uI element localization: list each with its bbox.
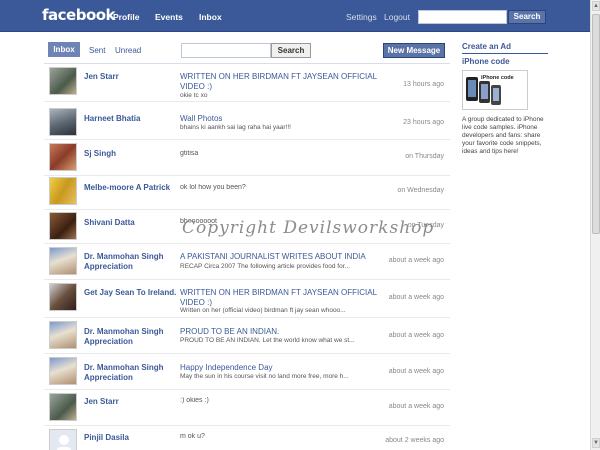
avatar[interactable] xyxy=(49,393,77,421)
logout-link[interactable]: Logout xyxy=(384,12,410,22)
message-time: about a week ago xyxy=(388,257,444,264)
settings-link[interactable]: Settings xyxy=(346,12,377,22)
avatar[interactable] xyxy=(49,143,77,171)
message-sender[interactable]: Shivani Datta xyxy=(84,218,184,228)
message-row[interactable]: Shivani Datta bhooooooot on Tuesday xyxy=(44,210,450,244)
top-search-button[interactable]: Search xyxy=(508,10,546,24)
avatar[interactable] xyxy=(49,357,77,385)
nav-inbox[interactable]: Inbox xyxy=(199,12,222,22)
message-subject[interactable]: Happy Independence Day xyxy=(180,363,385,373)
message-row[interactable]: Get Jay Sean To Ireland. WRITTEN ON HER … xyxy=(44,280,450,318)
message-row[interactable]: Harneet Bhatia Wall Photos bhains ki aan… xyxy=(44,104,450,140)
message-time: about 2 weeks ago xyxy=(385,437,444,444)
message-row[interactable]: Dr. Manmohan Singh Appreciation A PAKIST… xyxy=(44,244,450,280)
ad-description: A group dedicated to iPhone live code sa… xyxy=(462,116,544,155)
ad-image-caption: iPhone code xyxy=(481,75,514,81)
avatar[interactable] xyxy=(49,321,77,349)
message-subject[interactable]: A PAKISTANI JOURNALIST WRITES ABOUT INDI… xyxy=(180,252,385,262)
new-message-button[interactable]: New Message xyxy=(383,43,445,58)
avatar[interactable] xyxy=(49,67,77,95)
create-ad-link[interactable]: Create an Ad xyxy=(462,42,511,51)
message-sender[interactable]: Dr. Manmohan Singh Appreciation xyxy=(84,252,184,272)
message-row[interactable]: Dr. Manmohan Singh Appreciation PROUD TO… xyxy=(44,318,450,354)
message-snippet[interactable]: PROUD TO BE AN INDIAN. Let the world kno… xyxy=(180,337,385,345)
message-sender[interactable]: Jen Starr xyxy=(84,397,184,407)
avatar[interactable] xyxy=(49,247,77,275)
message-sender[interactable]: Melbe-moore A Patrick xyxy=(84,183,184,193)
message-snippet[interactable]: :) okies :) xyxy=(180,397,385,405)
avatar[interactable] xyxy=(49,108,77,136)
message-snippet[interactable]: ok lol how you been? xyxy=(180,184,385,192)
scroll-up-icon[interactable]: ▲ xyxy=(592,1,600,11)
tab-inbox[interactable]: Inbox xyxy=(48,42,80,57)
message-sender[interactable]: Pinjil Dasila xyxy=(84,433,184,443)
message-time: about a week ago xyxy=(388,332,444,339)
message-time: on Tuesday xyxy=(407,222,444,229)
message-sender[interactable]: Get Jay Sean To Ireland. xyxy=(84,288,184,298)
message-time: about a week ago xyxy=(388,403,444,410)
divider xyxy=(462,53,548,54)
message-subject[interactable]: WRITTEN ON HER BIRDMAN FT JAYSEAN OFFICI… xyxy=(180,288,385,308)
avatar[interactable] xyxy=(49,177,77,205)
inbox-search-button[interactable]: Search xyxy=(271,43,311,58)
avatar[interactable] xyxy=(49,283,77,311)
top-bar: facebook Profile Events Inbox Settings L… xyxy=(0,0,590,32)
nav-profile[interactable]: Profile xyxy=(113,12,139,22)
message-row[interactable]: Dr. Manmohan Singh Appreciation Happy In… xyxy=(44,354,450,390)
facebook-logo[interactable]: facebook xyxy=(42,6,116,24)
message-time: about a week ago xyxy=(388,294,444,301)
message-time: on Thursday xyxy=(405,153,444,160)
message-sender[interactable]: Jen Starr xyxy=(84,72,184,82)
nav-events[interactable]: Events xyxy=(155,12,183,22)
message-subject[interactable]: WRITTEN ON HER BIRDMAN FT JAYSEAN OFFICI… xyxy=(180,72,385,92)
message-snippet[interactable]: RECAP Circa 2007 The following article p… xyxy=(180,263,385,271)
message-row[interactable]: Sj Singh gtitisa on Thursday xyxy=(44,140,450,176)
ad-title[interactable]: iPhone code xyxy=(462,57,510,66)
scroll-thumb[interactable] xyxy=(592,14,600,234)
tab-sent[interactable]: Sent xyxy=(89,46,105,55)
tab-unread[interactable]: Unread xyxy=(115,46,141,55)
message-snippet[interactable]: Written on her (official video) birdman … xyxy=(180,307,385,315)
message-sender[interactable]: Dr. Manmohan Singh Appreciation xyxy=(84,363,184,383)
message-snippet[interactable]: bhooooooot xyxy=(180,218,385,226)
message-snippet[interactable]: okie tc xo xyxy=(180,92,385,100)
message-sender[interactable]: Harneet Bhatia xyxy=(84,114,184,124)
message-subject[interactable]: Wall Photos xyxy=(180,114,385,124)
message-sender[interactable]: Sj Singh xyxy=(84,149,184,159)
top-search-input[interactable] xyxy=(418,10,507,24)
message-time: on Wednesday xyxy=(397,187,444,194)
message-subject[interactable]: PROUD TO BE AN INDIAN. xyxy=(180,327,385,337)
scroll-down-icon[interactable]: ▼ xyxy=(592,438,600,448)
message-sender[interactable]: Dr. Manmohan Singh Appreciation xyxy=(84,327,184,347)
message-snippet[interactable]: m ok u? xyxy=(180,433,385,441)
message-time: 13 hours ago xyxy=(403,81,444,88)
message-time: 23 hours ago xyxy=(403,119,444,126)
message-row[interactable]: Melbe-moore A Patrick ok lol how you bee… xyxy=(44,174,450,210)
message-time: about a week ago xyxy=(388,368,444,375)
message-row[interactable]: Jen Starr WRITTEN ON HER BIRDMAN FT JAYS… xyxy=(44,64,450,102)
message-row[interactable]: Pinjil Dasila m ok u? about 2 weeks ago xyxy=(44,426,450,450)
message-snippet[interactable]: bhains ki aankh sai lag raha hai yaar!!! xyxy=(180,124,385,132)
vertical-scrollbar[interactable]: ▲ ▼ xyxy=(590,0,600,450)
avatar[interactable] xyxy=(49,429,77,450)
avatar[interactable] xyxy=(49,212,77,240)
message-snippet[interactable]: gtitisa xyxy=(180,150,385,158)
inbox-search-input[interactable] xyxy=(181,43,271,58)
message-snippet[interactable]: May the sun in his course visit no land … xyxy=(180,373,385,381)
message-row[interactable]: Jen Starr :) okies :) about a week ago xyxy=(44,390,450,426)
ad-image[interactable]: iPhone code xyxy=(462,70,528,110)
default-avatar-icon xyxy=(56,435,72,450)
